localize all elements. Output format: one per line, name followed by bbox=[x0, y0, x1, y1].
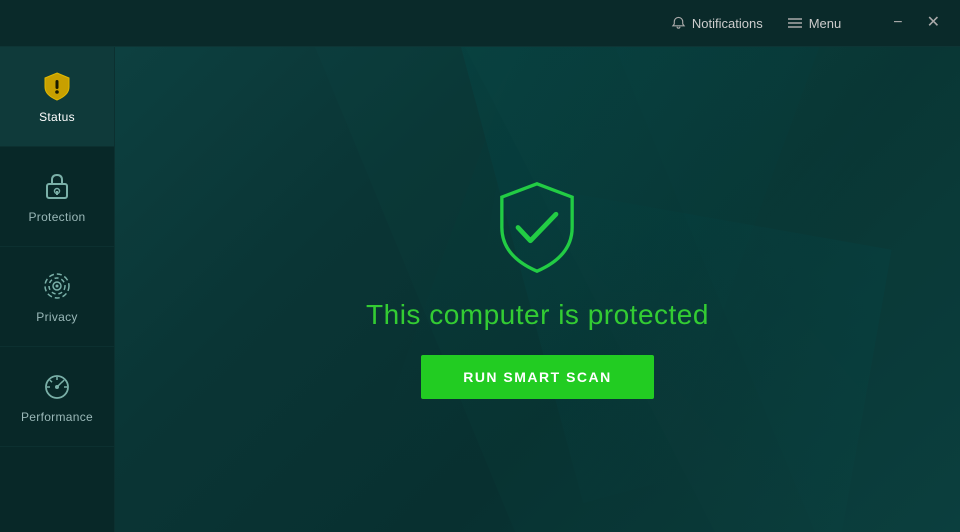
sidebar-item-performance[interactable]: Performance bbox=[0, 347, 114, 447]
sidebar-status-label: Status bbox=[39, 110, 75, 124]
shield-protected-icon bbox=[492, 180, 582, 275]
menu-icon bbox=[787, 17, 803, 29]
sidebar-item-privacy[interactable]: Privacy bbox=[0, 247, 114, 347]
main-content: Status Protection bbox=[0, 47, 960, 532]
app-window: Notifications Menu − ✕ bbox=[0, 0, 960, 532]
window-controls: − ✕ bbox=[889, 11, 944, 35]
privacy-icon bbox=[41, 270, 73, 302]
notifications-label: Notifications bbox=[692, 16, 763, 31]
menu-label: Menu bbox=[809, 16, 842, 31]
protected-message: This computer is protected bbox=[366, 299, 709, 331]
close-button[interactable]: ✕ bbox=[923, 11, 944, 35]
status-icon bbox=[41, 70, 73, 102]
minimize-button[interactable]: − bbox=[889, 11, 906, 35]
title-bar: Notifications Menu − ✕ bbox=[0, 0, 960, 47]
notifications-button[interactable]: Notifications bbox=[671, 16, 763, 31]
sidebar-performance-label: Performance bbox=[21, 410, 93, 424]
title-bar-nav: Notifications Menu bbox=[671, 16, 841, 31]
content-area: This computer is protected RUN SMART SCA… bbox=[115, 47, 960, 532]
performance-icon bbox=[41, 370, 73, 402]
sidebar-item-protection[interactable]: Protection bbox=[0, 147, 114, 247]
sidebar: Status Protection bbox=[0, 47, 115, 532]
menu-button[interactable]: Menu bbox=[787, 16, 842, 31]
bell-icon bbox=[671, 16, 686, 31]
sidebar-protection-label: Protection bbox=[28, 210, 85, 224]
protection-icon bbox=[41, 170, 73, 202]
sidebar-item-status[interactable]: Status bbox=[0, 47, 114, 147]
sidebar-privacy-label: Privacy bbox=[36, 310, 77, 324]
run-smart-scan-button[interactable]: RUN SMART SCAN bbox=[421, 355, 654, 399]
center-content: This computer is protected RUN SMART SCA… bbox=[366, 180, 709, 399]
